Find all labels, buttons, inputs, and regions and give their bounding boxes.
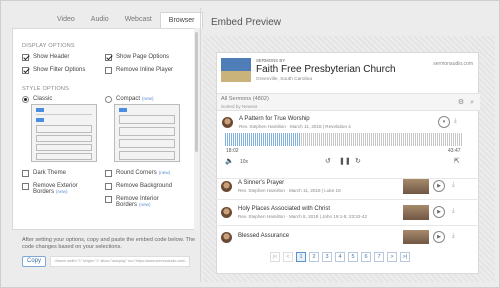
checkbox[interactable] <box>105 183 112 190</box>
sermon-row[interactable]: A Sinner's Prayer Rev. Stephen Hamilton … <box>216 174 479 200</box>
toolbar-icons: ⚙ ⌕ <box>458 98 474 107</box>
compact-layout-preview[interactable] <box>114 104 180 162</box>
list-toolbar: All Sermons (4802) Sorted by Newest ⚙ ⌕ <box>217 93 480 111</box>
play-icon[interactable]: ▶ <box>433 206 445 218</box>
church-name[interactable]: Faith Free Presbyterian Church <box>256 64 396 75</box>
sermon-row[interactable]: Blessed Assurance ▶ ⤓ <box>216 226 479 246</box>
option-remove-background[interactable]: Remove Background <box>105 183 172 190</box>
page-1[interactable]: 1 <box>296 252 306 262</box>
option-show-page-options[interactable]: Show Page Options <box>105 54 169 61</box>
download-icon[interactable]: ⤓ <box>452 233 455 240</box>
sort-label: Sorted by Newest <box>221 104 258 109</box>
option-dark-theme[interactable]: Dark Theme <box>22 170 66 177</box>
download-icon[interactable]: ⤓ <box>454 118 457 125</box>
elapsed-time: 18:02 <box>226 148 239 154</box>
video-thumbnail[interactable] <box>403 205 429 220</box>
last-page-icon[interactable]: >| <box>400 252 410 262</box>
sermons-by-label: SERMONS BY <box>256 58 286 63</box>
first-page-icon[interactable]: |< <box>270 252 280 262</box>
embed-preview-title: Embed Preview <box>211 17 282 28</box>
video-thumbnail[interactable] <box>403 230 429 244</box>
embed-instructions: After setting your options, copy and pas… <box>22 237 196 250</box>
search-icon[interactable]: ⌕ <box>470 99 474 106</box>
tab-video[interactable]: Video <box>49 12 83 28</box>
speed-control[interactable]: 10x <box>240 159 248 165</box>
sermon-meta: Rev. Stephen Hamilton · March 11, 2018 |… <box>239 124 351 129</box>
speaker-avatar <box>221 232 232 243</box>
speaker-avatar <box>221 181 232 192</box>
sermonaudio-logo[interactable]: sermonaudio.com <box>433 61 473 67</box>
church-photo <box>221 58 251 82</box>
play-icon[interactable]: ▶ <box>433 231 445 243</box>
rewind-icon[interactable]: ↺ <box>325 157 331 165</box>
prev-page-icon[interactable]: < <box>283 252 293 262</box>
filter-icon[interactable]: ⚙ <box>458 99 464 106</box>
checkbox[interactable] <box>105 196 112 203</box>
option-round-corners[interactable]: Round Corners (new) <box>105 170 170 177</box>
scrollbar-thumb[interactable] <box>195 32 198 152</box>
forward-icon[interactable]: ↻ <box>355 157 361 165</box>
option-show-filter-options[interactable]: Show Filter Options <box>22 67 85 74</box>
pagination: |< < 1 2 3 4 5 6 7 > >| <box>270 252 410 262</box>
copy-button[interactable]: Copy <box>22 256 46 267</box>
options-scrollbar[interactable] <box>194 28 199 230</box>
church-location: Greenville, South Carolina <box>256 77 312 82</box>
speaker-avatar <box>221 207 232 218</box>
tab-audio[interactable]: Audio <box>83 12 117 28</box>
option-remove-interior-borders[interactable]: Remove Interior Borders (new) <box>105 196 180 208</box>
speaker-avatar <box>222 117 233 128</box>
audio-waveform[interactable] <box>225 133 463 146</box>
tab-bar: Video Audio Webcast Browser <box>49 12 204 28</box>
page-3[interactable]: 3 <box>322 252 332 262</box>
all-sermons-count[interactable]: All Sermons (4802) <box>221 96 269 102</box>
style-classic-radio[interactable]: Classic <box>22 96 52 103</box>
radio[interactable] <box>22 96 29 103</box>
page-5[interactable]: 5 <box>348 252 358 262</box>
share-icon[interactable]: ⇱ <box>454 157 460 165</box>
checkbox[interactable] <box>22 170 29 177</box>
video-thumbnail[interactable] <box>403 179 429 194</box>
checkbox[interactable] <box>105 170 112 177</box>
option-remove-inline-player[interactable]: Remove Inline Player <box>105 67 173 74</box>
next-page-icon[interactable]: > <box>387 252 397 262</box>
tab-webcast[interactable]: Webcast <box>117 12 160 28</box>
sermon-row[interactable]: Holy Places Associated with Christ Rev. … <box>216 200 479 226</box>
pause-icon[interactable]: ❚❚ <box>339 157 351 165</box>
total-time: 43:47 <box>448 148 461 154</box>
checkbox[interactable] <box>22 183 29 190</box>
checkbox[interactable] <box>22 67 29 74</box>
volume-icon[interactable]: 🔈 <box>225 157 234 165</box>
panel-divider <box>200 8 201 282</box>
option-show-header[interactable]: Show Header <box>22 54 69 61</box>
page-4[interactable]: 4 <box>335 252 345 262</box>
sermon-title[interactable]: A Pattern for True Worship <box>239 116 310 122</box>
tab-browser[interactable]: Browser <box>159 12 204 28</box>
page-7[interactable]: 7 <box>374 252 384 262</box>
collapse-icon[interactable]: ▾ <box>438 116 450 128</box>
radio[interactable] <box>105 96 112 103</box>
checkbox[interactable] <box>22 54 29 61</box>
display-options-label: DISPLAY OPTIONS <box>22 43 75 49</box>
sermon-meta: Rev. Stephen Hamilton · March 8, 2018 | … <box>238 214 368 219</box>
embed-code-field[interactable]: <iframe width="1" height="1" allow="auto… <box>50 256 190 267</box>
style-options-label: STYLE OPTIONS <box>22 86 70 92</box>
sermon-title[interactable]: A Sinner's Prayer <box>238 180 284 186</box>
checkbox[interactable] <box>105 67 112 74</box>
sermon-title[interactable]: Holy Places Associated with Christ <box>238 206 330 212</box>
sermon-meta: Rev. Stephen Hamilton · March 11, 2018 |… <box>238 188 341 193</box>
page-6[interactable]: 6 <box>361 252 371 262</box>
option-remove-exterior-borders[interactable]: Remove Exterior Borders (new) <box>22 183 92 195</box>
play-icon[interactable]: ▶ <box>433 180 445 192</box>
download-icon[interactable]: ⤓ <box>452 208 455 215</box>
download-icon[interactable]: ⤓ <box>452 182 455 189</box>
checkbox[interactable] <box>105 54 112 61</box>
classic-layout-preview[interactable] <box>31 104 97 162</box>
sermon-title[interactable]: Blessed Assurance <box>238 233 289 239</box>
style-compact-radio[interactable]: Compact (new) <box>105 96 154 103</box>
page-2[interactable]: 2 <box>309 252 319 262</box>
